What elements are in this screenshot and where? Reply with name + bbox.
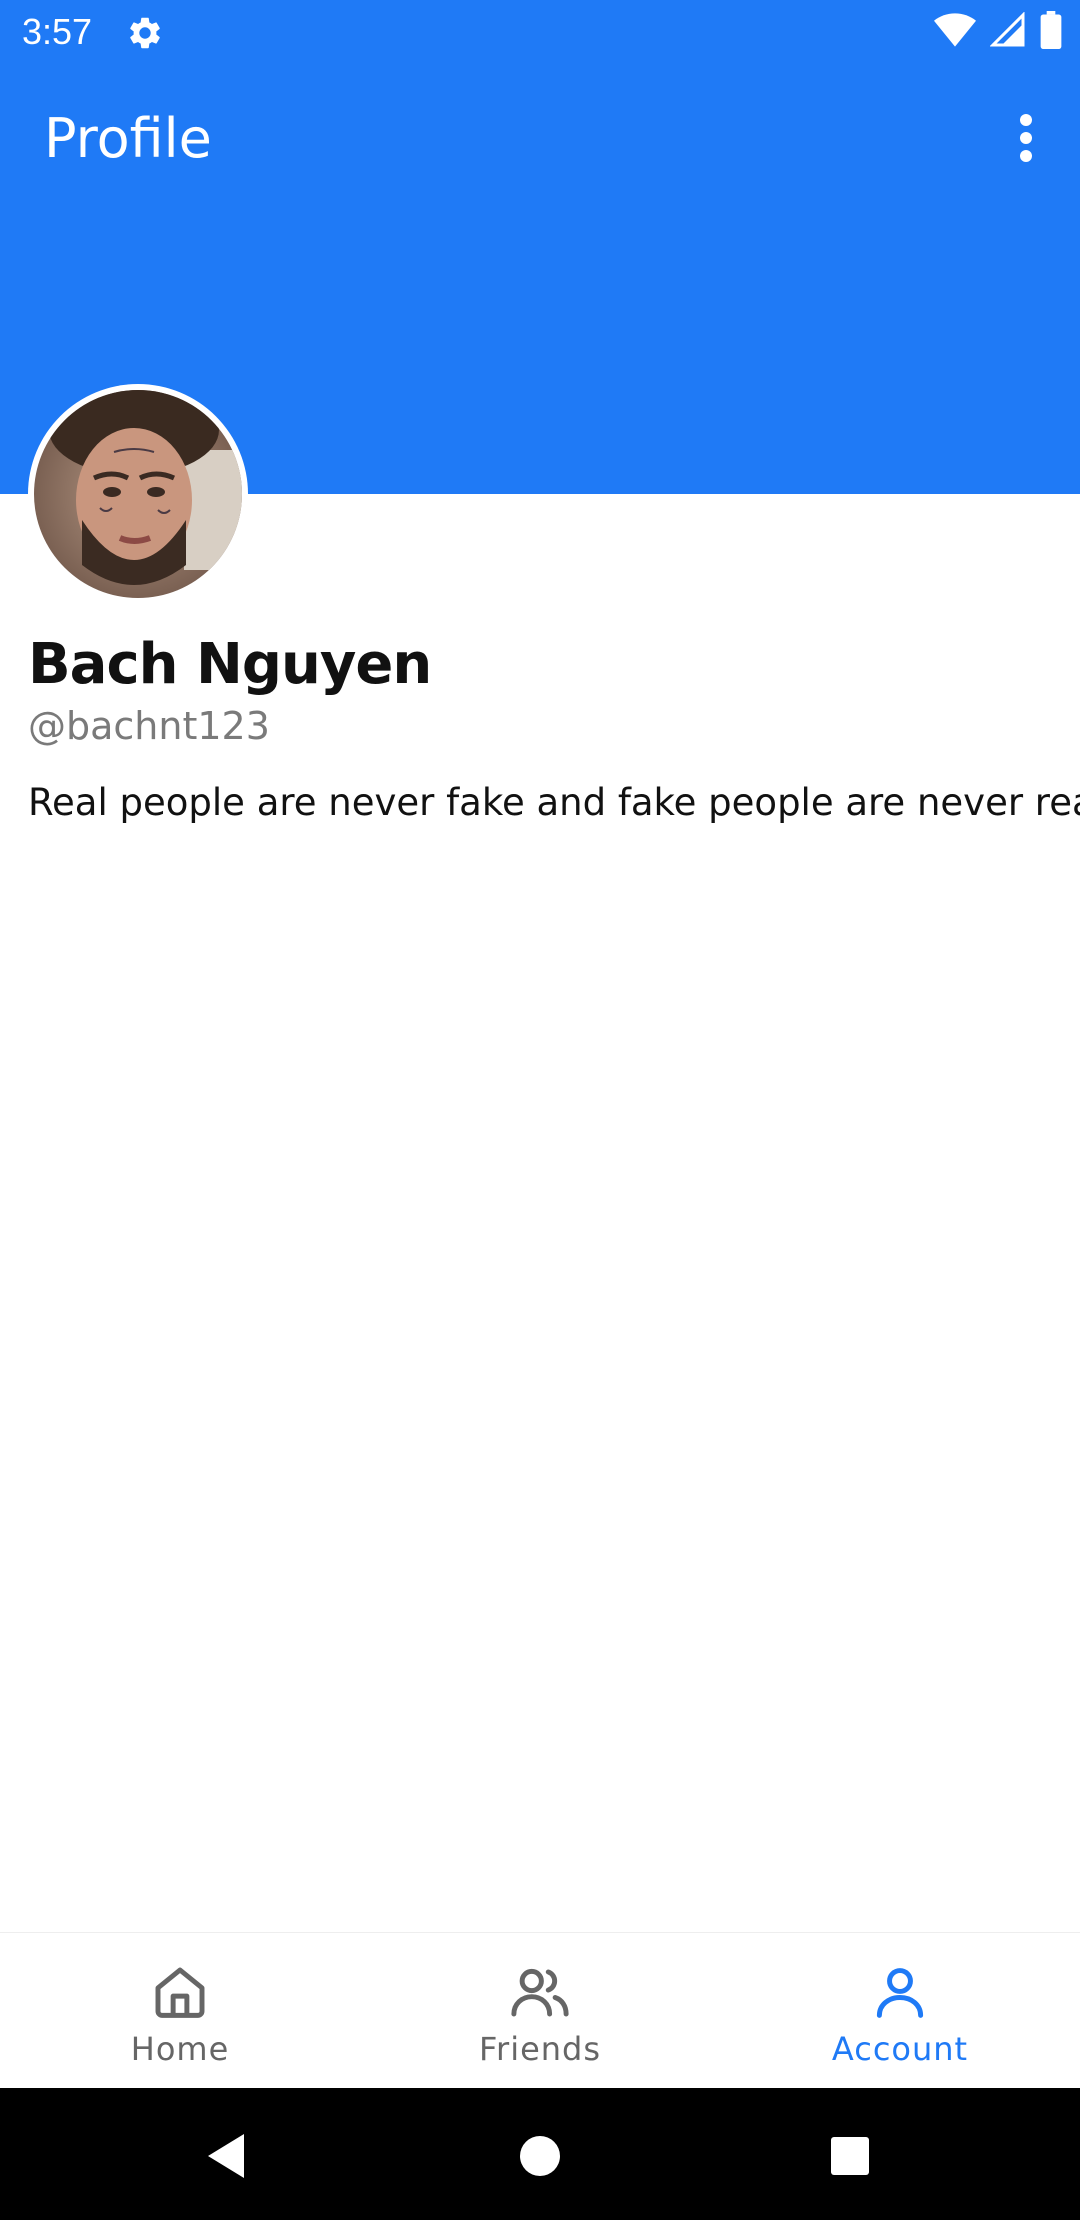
page-title: Profile	[44, 107, 212, 170]
gear-icon	[126, 14, 164, 52]
recents-icon	[831, 2137, 869, 2175]
back-button[interactable]	[198, 2128, 254, 2184]
nav-item-home[interactable]: Home	[0, 1933, 360, 2089]
back-icon	[208, 2134, 244, 2178]
signal-icon	[989, 11, 1026, 52]
bottom-navigation: Home Friends Account	[0, 1932, 1080, 2089]
friends-icon	[511, 1968, 569, 2017]
avatar[interactable]	[28, 384, 248, 604]
profile-name: Bach Nguyen	[28, 632, 432, 697]
wifi-icon	[934, 12, 976, 52]
status-icons	[934, 11, 1062, 53]
nav-label-account: Account	[831, 2030, 969, 2068]
battery-icon	[1040, 11, 1062, 53]
nav-label-home: Home	[130, 2030, 230, 2068]
more-vert-icon	[1020, 114, 1032, 162]
home-circle-icon	[520, 2136, 560, 2176]
profile-bio: Real people are never fake and fake peop…	[28, 781, 1080, 824]
status-time: 3:57	[22, 11, 93, 52]
nav-item-friends[interactable]: Friends	[360, 1933, 720, 2089]
profile-photo	[34, 390, 242, 598]
account-icon	[876, 1968, 924, 2018]
more-options-button[interactable]	[998, 110, 1054, 166]
recents-button[interactable]	[822, 2128, 878, 2184]
home-system-button[interactable]	[512, 2128, 568, 2184]
nav-label-friends: Friends	[478, 2030, 602, 2068]
nav-item-account[interactable]: Account	[720, 1933, 1080, 2089]
profile-handle: @bachnt123	[28, 704, 270, 748]
system-navigation-bar	[0, 2088, 1080, 2220]
home-icon	[155, 1967, 205, 2018]
profile-screen: 3:57 Profile Bach Nguyen @bachnt123 Real…	[0, 0, 1080, 2220]
status-bar: 3:57	[0, 0, 1080, 66]
